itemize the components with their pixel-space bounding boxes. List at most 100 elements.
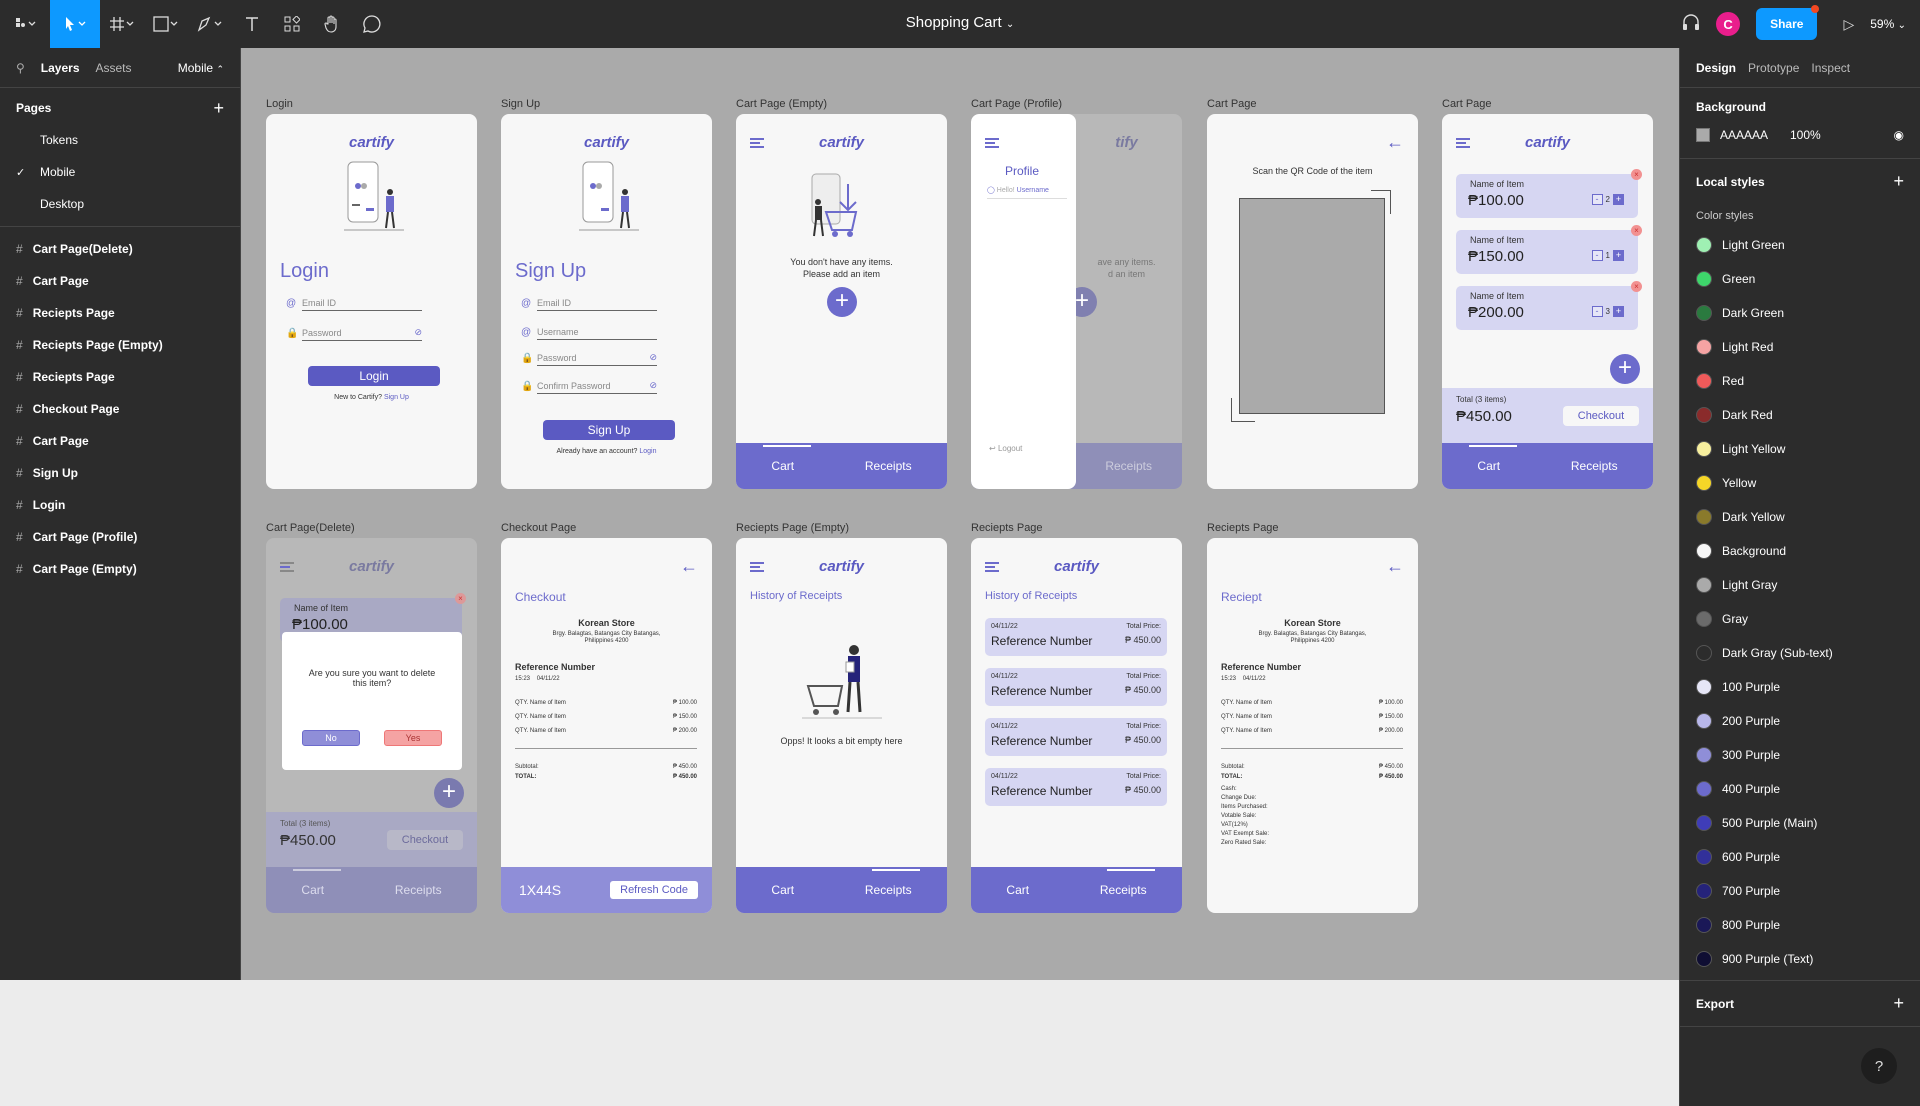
zoom-level[interactable]: 59% ⌄ xyxy=(1870,17,1906,31)
background-opacity[interactable]: 100% xyxy=(1790,128,1821,142)
refresh-code-button[interactable]: Refresh Code xyxy=(610,881,698,899)
nav-cart[interactable]: Cart xyxy=(301,883,324,897)
page-item-mobile[interactable]: ✓ Mobile xyxy=(0,156,240,188)
yes-button[interactable]: Yes xyxy=(384,730,442,746)
frame-label[interactable]: Reciepts Page xyxy=(1207,522,1279,534)
nav-cart[interactable]: Cart xyxy=(771,883,794,897)
background-hex[interactable]: AAAAAA xyxy=(1720,128,1780,142)
frame-label[interactable]: Login xyxy=(266,98,293,110)
password-field[interactable]: 🔒 Password ⊘ xyxy=(521,352,657,366)
tab-design[interactable]: Design xyxy=(1696,61,1736,75)
move-tool-icon[interactable] xyxy=(50,0,100,48)
color-style-item[interactable]: Dark Red xyxy=(1680,398,1920,432)
layer-item[interactable]: # Reciepts Page xyxy=(0,297,240,329)
receipt-row[interactable]: 04/11/22 Reference Number Total Price: ₱ 45… xyxy=(985,718,1167,756)
frame-label[interactable]: Checkout Page xyxy=(501,522,576,534)
frame-label[interactable]: Cart Page(Delete) xyxy=(266,522,355,534)
nav-cart[interactable]: Cart xyxy=(1006,883,1029,897)
color-style-item[interactable]: 900 Purple (Text) xyxy=(1680,942,1920,976)
shape-tool-icon[interactable] xyxy=(144,0,188,48)
receipt-row[interactable]: 04/11/22 Reference Number Total Price: ₱ 45… xyxy=(985,618,1167,656)
frame-label[interactable]: Reciepts Page xyxy=(971,522,1043,534)
background-fill-row[interactable]: AAAAAA 100% ◉ xyxy=(1696,128,1904,142)
frame-cart-delete[interactable]: cartify Name of Item ₱100.00 × Are you sur… xyxy=(266,538,477,913)
login-button[interactable]: Login xyxy=(308,366,440,386)
remove-item-icon[interactable]: × xyxy=(1631,169,1642,180)
document-title[interactable]: Shopping Cart ⌄ xyxy=(906,14,1014,31)
add-item-button[interactable]: + xyxy=(434,778,464,808)
frame-label[interactable]: Sign Up xyxy=(501,98,540,110)
frame-cart-profile[interactable]: tify ave any items. d an item + Receipts… xyxy=(971,114,1182,489)
no-button[interactable]: No xyxy=(302,730,360,746)
checkout-button[interactable]: Checkout xyxy=(387,830,463,850)
layer-item[interactable]: # Cart Page (Profile) xyxy=(0,521,240,553)
password-field[interactable]: 🔒 Password ⊘ xyxy=(286,327,422,341)
frame-label[interactable]: Reciepts Page (Empty) xyxy=(736,522,849,534)
layer-item[interactable]: # Reciepts Page (Empty) xyxy=(0,329,240,361)
remove-item-icon[interactable]: × xyxy=(1631,281,1642,292)
layer-item[interactable]: # Sign Up xyxy=(0,457,240,489)
page-item-tokens[interactable]: Tokens xyxy=(0,124,240,156)
text-tool-icon[interactable] xyxy=(232,0,272,48)
remove-item-icon[interactable]: × xyxy=(455,593,466,604)
email-field[interactable]: @ Email ID xyxy=(286,298,422,311)
increment-button[interactable]: + xyxy=(1613,194,1624,205)
headphones-icon[interactable] xyxy=(1682,13,1700,36)
layer-item[interactable]: # Login xyxy=(0,489,240,521)
page-selector[interactable]: Mobile ⌃ xyxy=(178,61,224,75)
decrement-button[interactable]: - xyxy=(1591,250,1603,261)
cart-item[interactable]: Name of Item ₱100.00 -2 + × xyxy=(1456,169,1642,218)
design-canvas[interactable]: Login Sign Up Cart Page (Empty) Cart Pag… xyxy=(241,48,1679,980)
tab-prototype[interactable]: Prototype xyxy=(1748,61,1799,75)
eye-off-icon[interactable]: ⊘ xyxy=(414,327,422,338)
username-field[interactable]: @ Username xyxy=(521,327,657,340)
color-style-item[interactable]: 300 Purple xyxy=(1680,738,1920,772)
nav-cart[interactable]: Cart xyxy=(771,459,794,473)
add-export-icon[interactable]: + xyxy=(1893,993,1904,1014)
pen-tool-icon[interactable] xyxy=(188,0,232,48)
nav-receipts[interactable]: Receipts xyxy=(395,883,442,897)
layer-item[interactable]: # Checkout Page xyxy=(0,393,240,425)
eye-off-icon[interactable]: ⊘ xyxy=(649,380,657,391)
menu-icon[interactable] xyxy=(985,138,999,148)
layer-item[interactable]: # Cart Page (Empty) xyxy=(0,553,240,585)
frame-tool-icon[interactable] xyxy=(100,0,144,48)
confirm-password-field[interactable]: 🔒 Confirm Password ⊘ xyxy=(521,380,657,394)
eye-icon[interactable]: ◉ xyxy=(1894,128,1904,142)
cart-item[interactable]: Name of Item ₱150.00 -1 + × xyxy=(1456,225,1642,274)
frame-checkout[interactable]: ← Checkout Korean Store Brgy. Balagtas, … xyxy=(501,538,712,913)
color-style-item[interactable]: Yellow xyxy=(1680,466,1920,500)
frame-receipt-detail[interactable]: ← Reciept Korean Store Brgy. Balagtas, B… xyxy=(1207,538,1418,913)
back-arrow-icon[interactable]: ← xyxy=(1386,132,1404,153)
back-arrow-icon[interactable]: ← xyxy=(1386,556,1404,577)
frame-scan[interactable]: ← Scan the QR Code of the item xyxy=(1207,114,1418,489)
frame-label[interactable]: Cart Page xyxy=(1207,98,1257,110)
color-style-item[interactable]: Gray xyxy=(1680,602,1920,636)
color-style-item[interactable]: Light Gray xyxy=(1680,568,1920,602)
tab-layers[interactable]: Layers xyxy=(41,61,80,75)
add-style-icon[interactable]: + xyxy=(1893,171,1904,192)
frame-label[interactable]: Cart Page (Profile) xyxy=(971,98,1062,110)
color-style-item[interactable]: 100 Purple xyxy=(1680,670,1920,704)
comment-tool-icon[interactable] xyxy=(352,0,392,48)
share-button[interactable]: Share xyxy=(1756,5,1820,40)
color-style-item[interactable]: 700 Purple xyxy=(1680,874,1920,908)
nav-receipts[interactable]: Receipts xyxy=(865,883,912,897)
search-icon[interactable]: ⚲ xyxy=(16,61,25,75)
back-arrow-icon[interactable]: ← xyxy=(680,556,698,577)
layer-item[interactable]: # Cart Page xyxy=(0,425,240,457)
tab-inspect[interactable]: Inspect xyxy=(1811,61,1850,75)
color-style-item[interactable]: 500 Purple (Main) xyxy=(1680,806,1920,840)
add-item-button[interactable]: + xyxy=(1610,354,1640,384)
receipt-row[interactable]: 04/11/22 Reference Number Total Price: ₱ 45… xyxy=(985,768,1167,806)
color-style-item[interactable]: Dark Green xyxy=(1680,296,1920,330)
frame-label[interactable]: Cart Page (Empty) xyxy=(736,98,827,110)
nav-receipts[interactable]: Receipts xyxy=(1105,459,1152,473)
nav-receipts[interactable]: Receipts xyxy=(1571,459,1618,473)
frame-signup[interactable]: cartify Sign Up @ Email ID @ Username 🔒 Pas… xyxy=(501,114,712,489)
figma-menu-icon[interactable] xyxy=(0,0,50,48)
login-link[interactable]: Login xyxy=(639,448,656,455)
color-style-item[interactable]: Light Red xyxy=(1680,330,1920,364)
color-style-item[interactable]: Light Green xyxy=(1680,228,1920,262)
hand-tool-icon[interactable] xyxy=(312,0,352,48)
